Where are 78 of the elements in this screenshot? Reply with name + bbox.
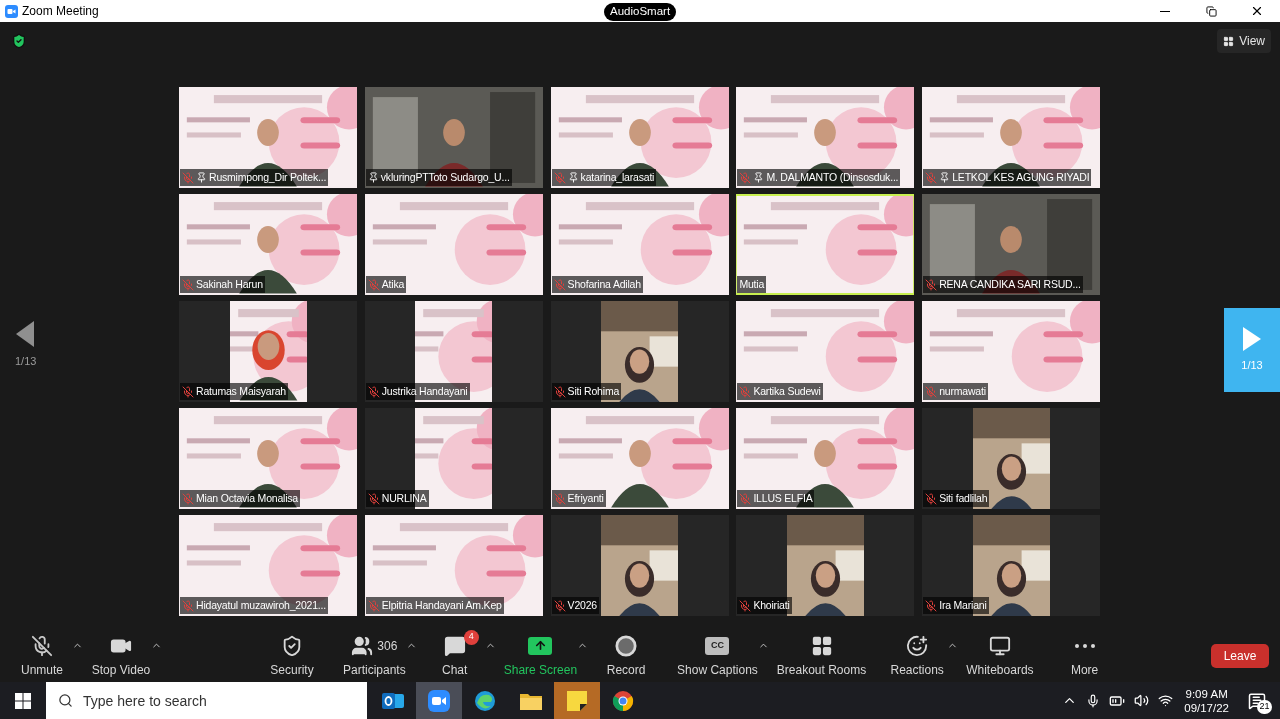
shield-icon	[281, 634, 303, 657]
toolbar-button[interactable]: Whiteboards	[960, 633, 1040, 679]
participant-name: Kartika Sudewi	[753, 386, 821, 397]
people-icon	[351, 634, 374, 657]
clock-time[interactable]: 9:09 AM	[1185, 686, 1228, 701]
clock-date[interactable]: 09/17/22	[1184, 700, 1229, 715]
participant-name: Elpitria Handayani Am.Kep	[381, 600, 502, 611]
participant-name: ILLUS ELFIA	[753, 493, 813, 504]
more-icon	[1074, 643, 1095, 648]
toolbar-button[interactable]: 306 Participants	[337, 633, 412, 679]
grid-icon	[810, 634, 833, 657]
search-icon	[58, 693, 73, 708]
share-screen-icon	[528, 636, 553, 655]
participant-name: Efriyanti	[567, 493, 604, 504]
participant-name: Ratumas Maisyarah	[196, 386, 286, 397]
close-icon	[1250, 4, 1264, 18]
participant-name: Khoiriati	[753, 600, 790, 611]
participant-name: Hidayatul muzawiroh_2021...	[196, 600, 326, 611]
participant-name: Mutia	[739, 279, 765, 290]
taskbar-app[interactable]	[416, 682, 462, 719]
toolbar-button[interactable]: More	[1048, 633, 1121, 679]
left-arrow-icon	[15, 320, 36, 347]
mail-app-icon	[382, 690, 404, 711]
toolbar-button[interactable]: Share Screen	[497, 633, 584, 679]
participant-name: Rusmimpong_Dir Poltek...	[209, 172, 327, 183]
minimize-icon	[1160, 10, 1170, 12]
restore-icon	[1205, 5, 1217, 17]
view-button[interactable]: View	[1217, 29, 1271, 53]
captions-icon: CC	[705, 636, 730, 655]
participant-name: Shofarina Adilah	[567, 279, 641, 290]
monitor-icon	[988, 634, 1011, 657]
participant-name: Ira Mariani	[939, 600, 987, 611]
sticky-note-icon	[567, 690, 587, 711]
participant-name: Siti fadlilah	[939, 493, 988, 504]
record-icon	[615, 634, 638, 657]
leave-button[interactable]: Leave	[1211, 644, 1269, 668]
participant-name: Siti Rohima	[567, 386, 620, 397]
video-camera-app-icon	[428, 689, 450, 712]
previous-page-button[interactable]: 1/13	[15, 320, 37, 370]
wave-browser-icon	[474, 689, 496, 712]
notification-count: 21	[1257, 699, 1272, 714]
participant-name: Atika	[381, 279, 405, 290]
audio-badge: AudioSmart	[604, 3, 677, 21]
window-title: Zoom Meeting	[22, 3, 99, 20]
toolbar-button[interactable]: CC Show Captions	[671, 633, 764, 679]
muted-mic-icon	[31, 634, 53, 657]
participant-name: katarina_larasati	[580, 172, 655, 183]
toolbar-button[interactable]: Record	[590, 633, 663, 679]
right-arrow-icon	[1243, 326, 1261, 351]
participant-name: vkluringPTToto Sudargo_U...	[380, 172, 510, 183]
participant-name: Mian Octavia Monalisa	[196, 493, 298, 504]
smiley-plus-icon	[906, 634, 929, 657]
participant-name: Sakinah Harun	[196, 279, 263, 290]
toolbar-button[interactable]: Stop Video	[85, 633, 157, 679]
app-logo-icon	[5, 4, 18, 18]
chat-bubble-icon	[443, 634, 466, 657]
wifi-icon[interactable]	[1158, 693, 1174, 708]
circle-browser-icon	[612, 689, 634, 712]
participant-name: V2026	[567, 600, 597, 611]
participant-name: NURLINA	[381, 493, 427, 504]
participant-count: 306	[377, 637, 398, 655]
unread-badge: 4	[463, 629, 479, 645]
toolbar-button[interactable]: Unmute	[6, 633, 78, 679]
grid-icon	[1223, 35, 1235, 47]
search-field[interactable]: Type here to search	[46, 682, 367, 719]
participant-name: M. DALMANTO (Dinsosduk...	[766, 172, 899, 183]
speaker-icon[interactable]	[1134, 693, 1150, 708]
shield-icon	[11, 33, 27, 49]
participant-name: RENA CANDIKA SARI RSUD...	[939, 279, 1081, 290]
toolbar-button[interactable]: Security	[256, 633, 328, 679]
toolbar-button[interactable]: Reactions	[881, 633, 954, 679]
participant-name: nurmawati	[939, 386, 986, 397]
folder-icon	[520, 691, 542, 710]
toolbar-button[interactable]: Breakout Rooms	[770, 633, 873, 679]
microphone-icon[interactable]	[1086, 693, 1101, 708]
participant-name: LETKOL KES AGUNG RIYADI	[952, 172, 1090, 183]
windows-logo-icon	[15, 692, 31, 709]
participant-name: Justrika Handayani	[381, 386, 468, 397]
